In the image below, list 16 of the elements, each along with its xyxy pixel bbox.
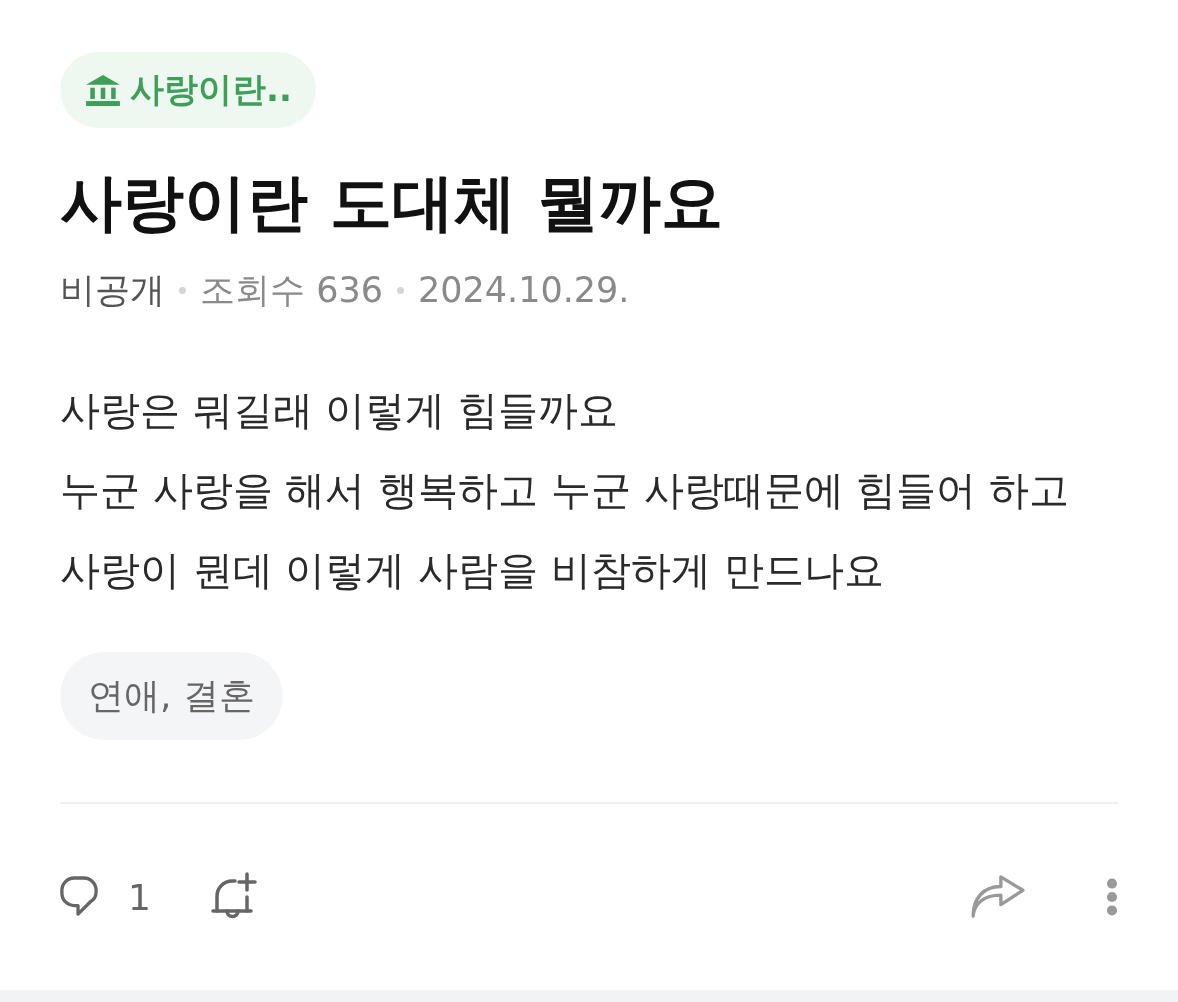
more-icon[interactable]: [1106, 878, 1118, 916]
post-title: 사랑이란 도대체 뭘까요: [60, 165, 724, 241]
separator-dot-icon: [396, 286, 404, 294]
body-text-line: 사랑이 뭔데 이렇게 사람을 비참하게 만드나요: [60, 546, 884, 595]
post-date: 2024.10.29.: [417, 270, 630, 310]
tag-chip[interactable]: 연애, 결혼: [60, 652, 283, 740]
category-link[interactable]: 사랑이란..: [60, 52, 316, 128]
visibility-label: 비공개: [60, 268, 165, 312]
body-text-line: 사랑은 뭐길래 이렇게 힘들까요: [60, 386, 619, 435]
speech-bubble-icon: [60, 876, 98, 918]
share-arrow-icon[interactable]: [970, 875, 1026, 919]
separator-dot-icon: [179, 286, 186, 294]
building-icon: [86, 74, 120, 106]
comment-button[interactable]: 1: [60, 876, 151, 918]
view-count: 조회수 636: [200, 268, 383, 312]
body-text-line: 누군 사랑을 해서 행복하고 누군 사랑때문에 힘들어 하고: [60, 466, 1069, 515]
